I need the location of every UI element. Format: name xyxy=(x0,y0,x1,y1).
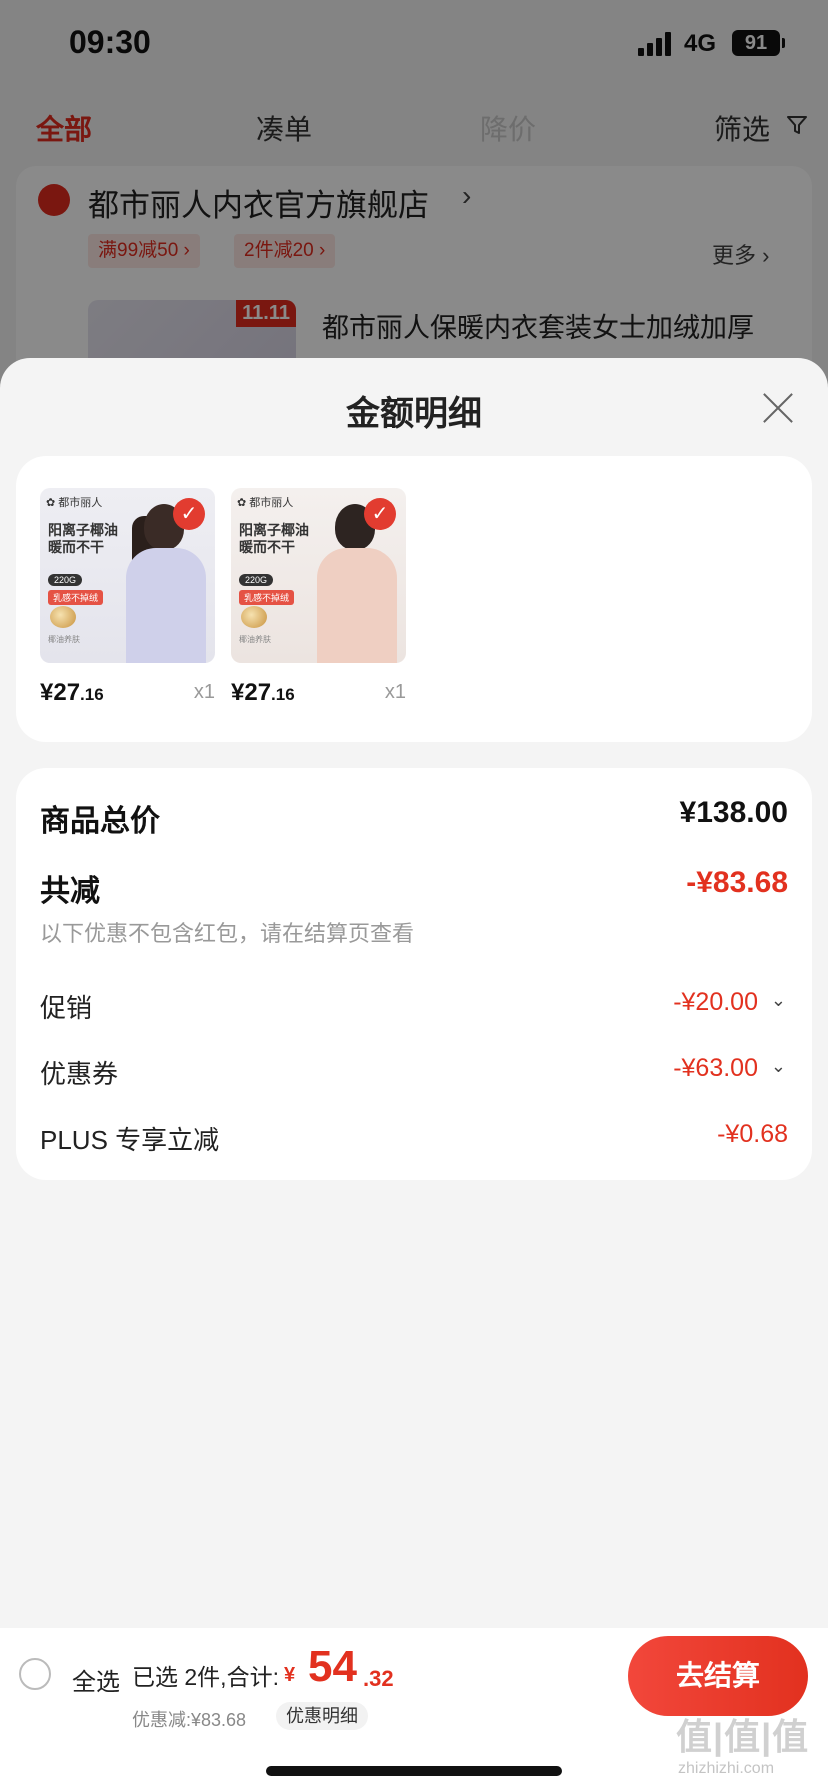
selected-items-card: 都市丽人 阳离子椰油 暖而不干 220G 乳感不掉绒 椰油养肤 ✓ ¥27.16… xyxy=(16,456,812,742)
amount-detail-sheet: 金额明细 都市丽人 阳离子椰油 暖而不干 220G 乳感不掉绒 椰油养肤 ✓ ¥… xyxy=(0,358,828,1628)
dim-overlay[interactable] xyxy=(0,0,828,400)
image-weight-badge: 220G xyxy=(239,574,274,586)
selected-count: 已选 2件,合计: xyxy=(132,1664,279,1690)
coconut-icon xyxy=(50,606,76,628)
item-price: ¥27.16 xyxy=(231,679,295,706)
image-note: 椰油养肤 xyxy=(239,635,271,644)
image-note: 椰油养肤 xyxy=(48,635,80,644)
item-quantity: x1 xyxy=(384,681,406,703)
model-body xyxy=(317,548,397,663)
item-price-row: ¥27.16 x1 xyxy=(40,677,215,717)
image-feature-tag: 乳感不掉绒 xyxy=(48,590,104,605)
coconut-icon xyxy=(241,606,267,628)
checkout-bar: 全选 已选 2件,合计: ¥ 54 .32 优惠减:¥83.68 优惠明细 去结… xyxy=(0,1628,828,1792)
subtotal-value: ¥138.00 xyxy=(679,796,788,829)
discount-summary: 优惠减:¥83.68 xyxy=(132,1710,247,1730)
total-amount-decimal: .32 xyxy=(363,1666,394,1691)
chevron-down-icon[interactable]: ⌄ xyxy=(771,990,786,1011)
price-summary-card: 商品总价 ¥138.00 共减 -¥83.68 以下优惠不包含红包，请在结算页查… xyxy=(16,768,812,1180)
total-amount: 54 xyxy=(308,1642,357,1691)
total-currency: ¥ xyxy=(284,1664,296,1686)
home-indicator[interactable] xyxy=(266,1766,562,1776)
total-discount-value: -¥83.68 xyxy=(686,866,788,899)
model-body xyxy=(126,548,206,663)
promo-label[interactable]: 促销 xyxy=(40,988,92,1025)
select-all-label[interactable]: 全选 xyxy=(72,1662,120,1697)
promo-value[interactable]: -¥20.00 xyxy=(673,988,758,1017)
check-icon[interactable]: ✓ xyxy=(173,498,205,530)
plus-discount-label: PLUS 专享立减 xyxy=(40,1125,220,1155)
discount-detail-button[interactable]: 优惠明细 xyxy=(276,1702,368,1730)
total-discount-label: 共减 xyxy=(40,875,100,908)
subtotal-label: 商品总价 xyxy=(40,805,160,838)
item-quantity: x1 xyxy=(193,681,215,703)
image-brand-logo: 都市丽人 xyxy=(46,494,102,510)
image-weight-badge: 220G xyxy=(48,574,83,586)
sheet-title: 金额明细 xyxy=(346,395,482,433)
item-price: ¥27.16 xyxy=(40,679,104,706)
image-feature-tag: 乳感不掉绒 xyxy=(239,590,295,605)
coupon-value[interactable]: -¥63.00 xyxy=(673,1054,758,1083)
watermark-url: zhizhizhi.com xyxy=(678,1760,775,1777)
plus-discount-value: -¥0.68 xyxy=(717,1120,788,1148)
product-image[interactable]: 都市丽人 阳离子椰油 暖而不干 220G 乳感不掉绒 椰油养肤 ✓ xyxy=(231,488,406,663)
discount-note: 以下优惠不包含红包，请在结算页查看 xyxy=(40,921,415,946)
selected-item: 都市丽人 阳离子椰油 暖而不干 220G 乳感不掉绒 椰油养肤 ✓ ¥27.16… xyxy=(231,488,406,717)
checkout-button[interactable]: 去结算 xyxy=(628,1636,808,1716)
image-headline: 阳离子椰油 暖而不干 xyxy=(239,522,309,555)
item-price-row: ¥27.16 x1 xyxy=(231,677,406,717)
coupon-label[interactable]: 优惠券 xyxy=(40,1054,118,1091)
select-all-radio[interactable] xyxy=(19,1658,51,1690)
image-brand-logo: 都市丽人 xyxy=(237,494,293,510)
watermark-logo: 值|值|值 xyxy=(676,1716,810,1757)
chevron-down-icon[interactable]: ⌄ xyxy=(771,1056,786,1077)
image-headline: 阳离子椰油 暖而不干 xyxy=(48,522,118,555)
check-icon[interactable]: ✓ xyxy=(364,498,396,530)
close-icon[interactable] xyxy=(758,388,798,428)
product-image[interactable]: 都市丽人 阳离子椰油 暖而不干 220G 乳感不掉绒 椰油养肤 ✓ xyxy=(40,488,215,663)
selected-item: 都市丽人 阳离子椰油 暖而不干 220G 乳感不掉绒 椰油养肤 ✓ ¥27.16… xyxy=(40,488,215,717)
